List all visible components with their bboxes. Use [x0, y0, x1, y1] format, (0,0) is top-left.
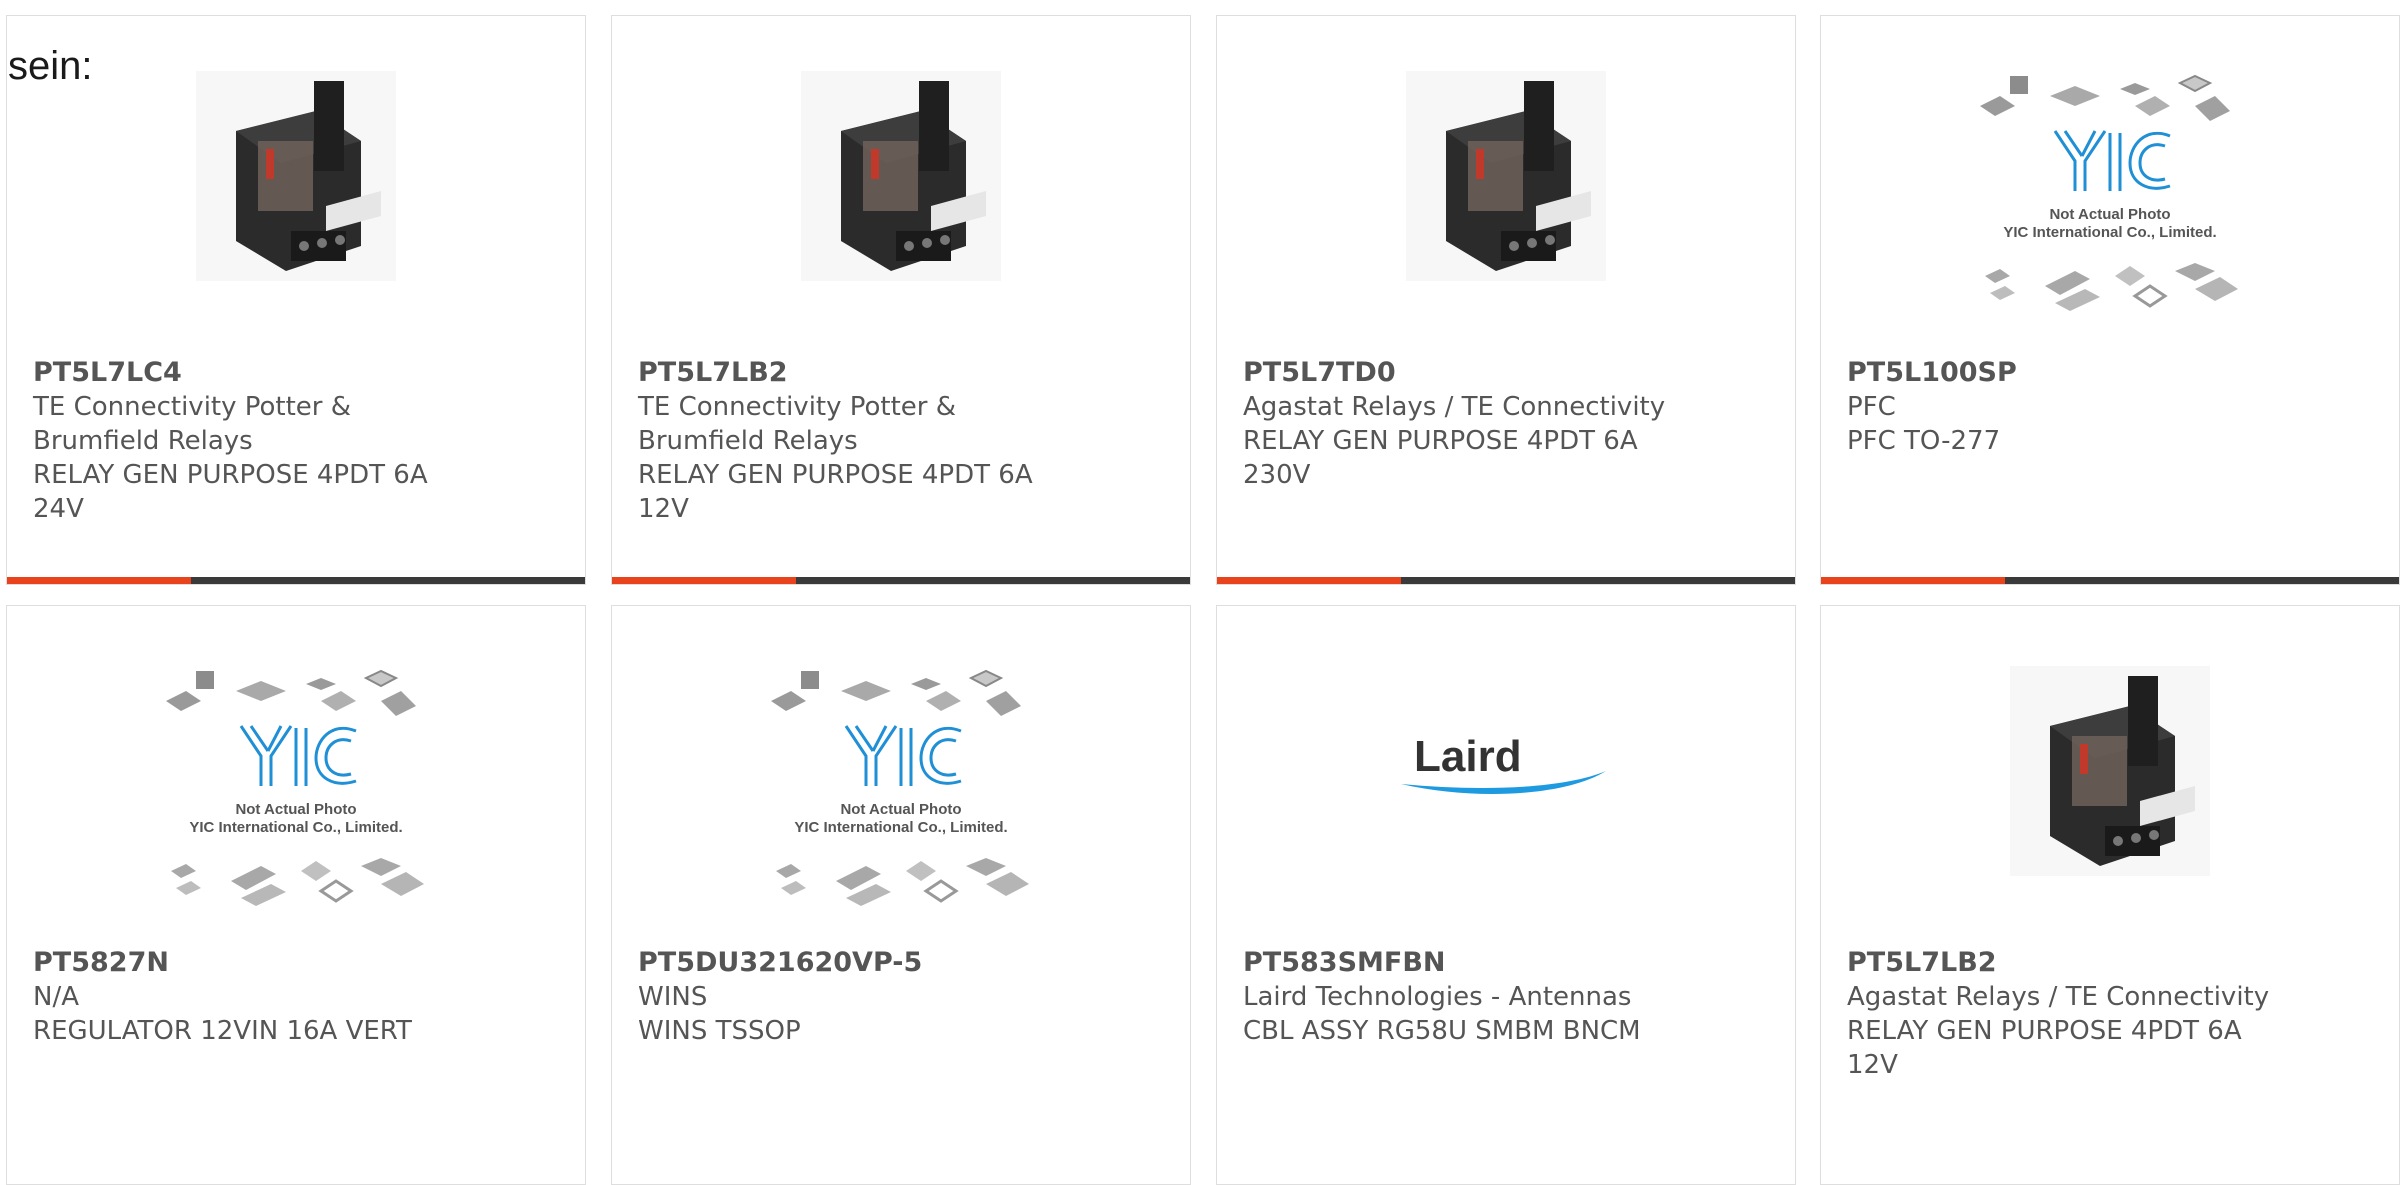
- product-detail-line: RELAY GEN PURPOSE 4PDT 6A: [1847, 1016, 2242, 1046]
- not-actual-photo-placeholder[interactable]: Not Actual Photo YIC International Co., …: [156, 666, 436, 916]
- part-number-link[interactable]: PT5L7TD0: [1243, 356, 1775, 390]
- product-detail-line: TE Connectivity Potter &: [638, 392, 957, 422]
- placeholder-line2: YIC International Co., Limited.: [189, 819, 402, 836]
- product-info: PT5L7LB2 TE Connectivity Potter & Brumfiel…: [638, 356, 1170, 526]
- card-accent-bar: [7, 577, 191, 584]
- product-card[interactable]: PT5L7LB2 TE Connectivity Potter & Brumfiel…: [611, 15, 1191, 585]
- product-detail-line: PFC: [1847, 392, 1896, 422]
- product-detail-line: Brumfield Relays: [638, 426, 858, 456]
- product-image-box: [7, 71, 585, 321]
- card-accent-bar: [1217, 577, 1401, 584]
- product-detail-line: RELAY GEN PURPOSE 4PDT 6A: [33, 460, 428, 490]
- product-detail-line: WINS TSSOP: [638, 1016, 801, 1046]
- part-number-link[interactable]: PT5L100SP: [1847, 356, 2379, 390]
- product-detail-line: 12V: [1847, 1050, 1898, 1080]
- product-info: PT583SMFBN Laird Technologies - Antennas C…: [1243, 946, 1775, 1048]
- product-card[interactable]: Not Actual Photo YIC International Co., …: [611, 605, 1191, 1185]
- placeholder-line1: Not Actual Photo: [2049, 206, 2170, 223]
- product-info: PT5L100SP PFC PFC TO-277: [1847, 356, 2379, 458]
- product-info: PT5L7LB2 Agastat Relays / TE Connectivity…: [1847, 946, 2379, 1082]
- product-detail-line: CBL ASSY RG58U SMBM BNCM: [1243, 1016, 1641, 1046]
- laird-logo[interactable]: Laird: [1396, 726, 1616, 806]
- product-detail-line: PFC TO-277: [1847, 426, 2001, 456]
- product-detail-line: RELAY GEN PURPOSE 4PDT 6A: [638, 460, 1033, 490]
- card-accent-bar: [1821, 577, 2005, 584]
- product-info: PT5L7LC4 TE Connectivity Potter & Brumfiel…: [33, 356, 565, 526]
- product-info: PT5827N N/A REGULATOR 12VIN 16A VERT: [33, 946, 565, 1048]
- product-detail-line: Laird Technologies - Antennas: [1243, 982, 1632, 1012]
- product-detail-line: RELAY GEN PURPOSE 4PDT 6A: [1243, 426, 1638, 456]
- relay-image[interactable]: [196, 71, 396, 281]
- card-accent-bar: [612, 577, 796, 584]
- product-detail-line: REGULATOR 12VIN 16A VERT: [33, 1016, 412, 1046]
- product-card[interactable]: PT5L7LC4 TE Connectivity Potter & Brumfiel…: [6, 15, 586, 585]
- part-number-link[interactable]: PT5DU321620VP-5: [638, 946, 1170, 980]
- placeholder-line1: Not Actual Photo: [840, 801, 961, 818]
- product-detail-line: 12V: [638, 494, 689, 524]
- product-detail-line: 24V: [33, 494, 84, 524]
- product-detail-line: TE Connectivity Potter &: [33, 392, 352, 422]
- relay-image[interactable]: [801, 71, 1001, 281]
- product-card[interactable]: Not Actual Photo YIC International Co., …: [6, 605, 586, 1185]
- product-detail-line: Brumfield Relays: [33, 426, 253, 456]
- part-number-link[interactable]: PT5L7LC4: [33, 356, 565, 390]
- product-detail-line: N/A: [33, 982, 79, 1012]
- relay-image[interactable]: [2010, 666, 2210, 876]
- part-number-link[interactable]: PT5827N: [33, 946, 565, 980]
- placeholder-line1: Not Actual Photo: [235, 801, 356, 818]
- product-image-box: [1217, 71, 1795, 321]
- product-card[interactable]: Not Actual Photo YIC International Co., …: [1820, 15, 2400, 585]
- part-number-link[interactable]: PT5L7LB2: [638, 356, 1170, 390]
- product-card[interactable]: PT5L7TD0 Agastat Relays / TE Connectivity…: [1216, 15, 1796, 585]
- product-image-box: Not Actual Photo YIC International Co., …: [7, 666, 585, 926]
- product-card[interactable]: Laird PT583SMFBN Laird Technologies - Ant…: [1216, 605, 1796, 1185]
- product-image-box: [612, 71, 1190, 321]
- page-note-text: sein:: [8, 44, 93, 88]
- part-number-link[interactable]: PT5L7LB2: [1847, 946, 2379, 980]
- product-detail-line: 230V: [1243, 460, 1311, 490]
- product-info: PT5L7TD0 Agastat Relays / TE Connectivity…: [1243, 356, 1775, 492]
- product-grid: PT5L7LC4 TE Connectivity Potter & Brumfiel…: [0, 0, 2400, 1185]
- product-image-box: [1821, 666, 2399, 926]
- relay-image[interactable]: [1406, 71, 1606, 281]
- product-info: PT5DU321620VP-5 WINS WINS TSSOP: [638, 946, 1170, 1048]
- product-detail-line: WINS: [638, 982, 708, 1012]
- product-image-box: Not Actual Photo YIC International Co., …: [1821, 71, 2399, 321]
- not-actual-photo-placeholder[interactable]: Not Actual Photo YIC International Co., …: [761, 666, 1041, 916]
- card-bottom-bar: [1217, 577, 1795, 584]
- not-actual-photo-placeholder[interactable]: Not Actual Photo YIC International Co., …: [1970, 71, 2250, 321]
- product-image-box: Not Actual Photo YIC International Co., …: [612, 666, 1190, 926]
- card-bottom-bar: [7, 577, 585, 584]
- placeholder-line2: YIC International Co., Limited.: [794, 819, 1007, 836]
- card-bottom-bar: [612, 577, 1190, 584]
- product-card[interactable]: PT5L7LB2 Agastat Relays / TE Connectivity…: [1820, 605, 2400, 1185]
- product-detail-line: Agastat Relays / TE Connectivity: [1243, 392, 1666, 422]
- placeholder-line2: YIC International Co., Limited.: [2003, 224, 2216, 241]
- product-detail-line: Agastat Relays / TE Connectivity: [1847, 982, 2270, 1012]
- laird-logo-text: Laird: [1414, 732, 1522, 781]
- card-bottom-bar: [1821, 577, 2399, 584]
- product-image-box: Laird: [1217, 666, 1795, 866]
- part-number-link[interactable]: PT583SMFBN: [1243, 946, 1775, 980]
